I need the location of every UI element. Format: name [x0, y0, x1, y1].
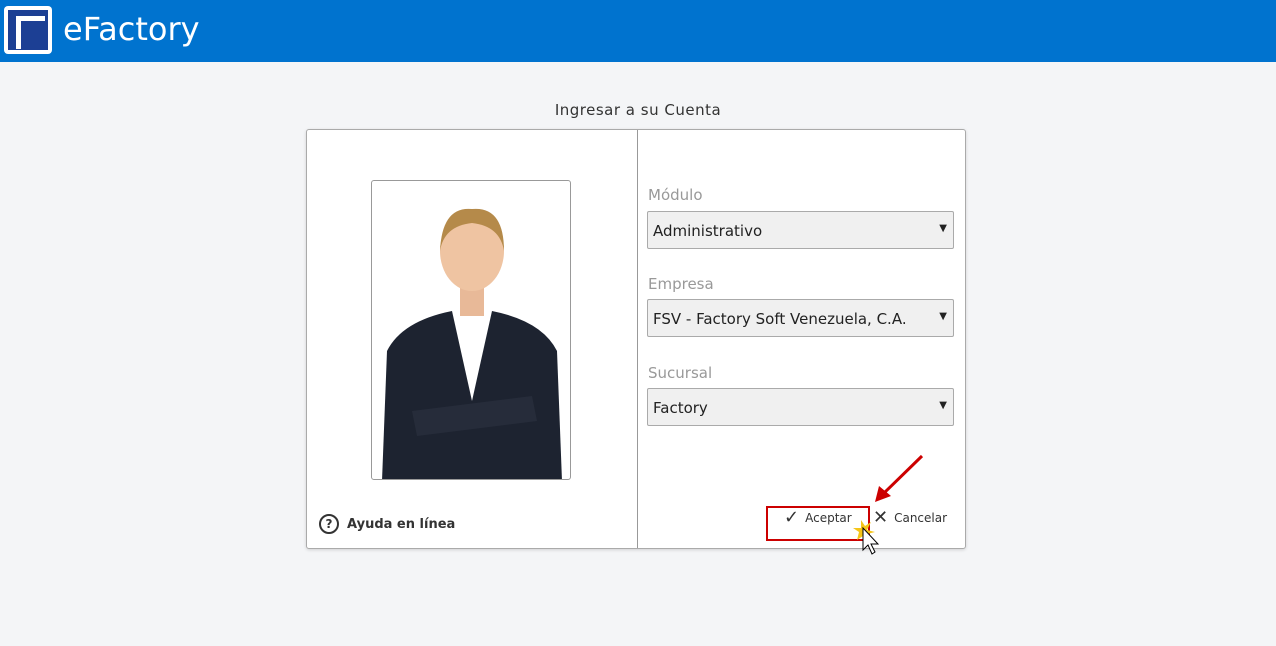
- online-help-link[interactable]: ? Ayuda en línea: [319, 514, 455, 534]
- user-photo: [371, 180, 571, 480]
- sucursal-label: Sucursal: [648, 364, 713, 382]
- cursor-icon: [853, 520, 880, 555]
- cancel-label: Cancelar: [894, 510, 948, 525]
- empresa-label: Empresa: [648, 275, 714, 293]
- app-title: eFactory: [63, 10, 200, 48]
- accept-button[interactable]: ✓ Aceptar: [784, 507, 852, 528]
- efactory-logo-icon: [4, 6, 52, 54]
- dropdown-arrow-icon: ▼: [939, 311, 947, 322]
- dropdown-arrow-icon: ▼: [939, 400, 947, 411]
- check-icon: ✓: [784, 507, 800, 528]
- sucursal-value: Factory: [653, 399, 708, 417]
- login-panel: ? Ayuda en línea Módulo Administrativo ▼ …: [306, 129, 966, 555]
- modulo-label: Módulo: [648, 186, 703, 204]
- accept-label: Aceptar: [805, 510, 852, 525]
- dropdown-arrow-icon: ▼: [939, 223, 947, 234]
- empresa-select[interactable]: FSV - Factory Soft Venezuela, C.A. ▼: [647, 299, 954, 337]
- empresa-value: FSV - Factory Soft Venezuela, C.A.: [653, 310, 907, 328]
- red-arrow-icon: [875, 454, 924, 502]
- modulo-select[interactable]: Administrativo ▼: [647, 211, 954, 249]
- divider: [637, 130, 638, 548]
- help-label: Ayuda en línea: [347, 516, 456, 532]
- modulo-value: Administrativo: [653, 222, 763, 240]
- help-icon: ?: [319, 514, 339, 534]
- sucursal-select[interactable]: Factory ▼: [647, 388, 954, 426]
- page-title: Ingresar a su Cuenta: [554, 101, 722, 119]
- header-bar: eFactory: [0, 0, 1276, 62]
